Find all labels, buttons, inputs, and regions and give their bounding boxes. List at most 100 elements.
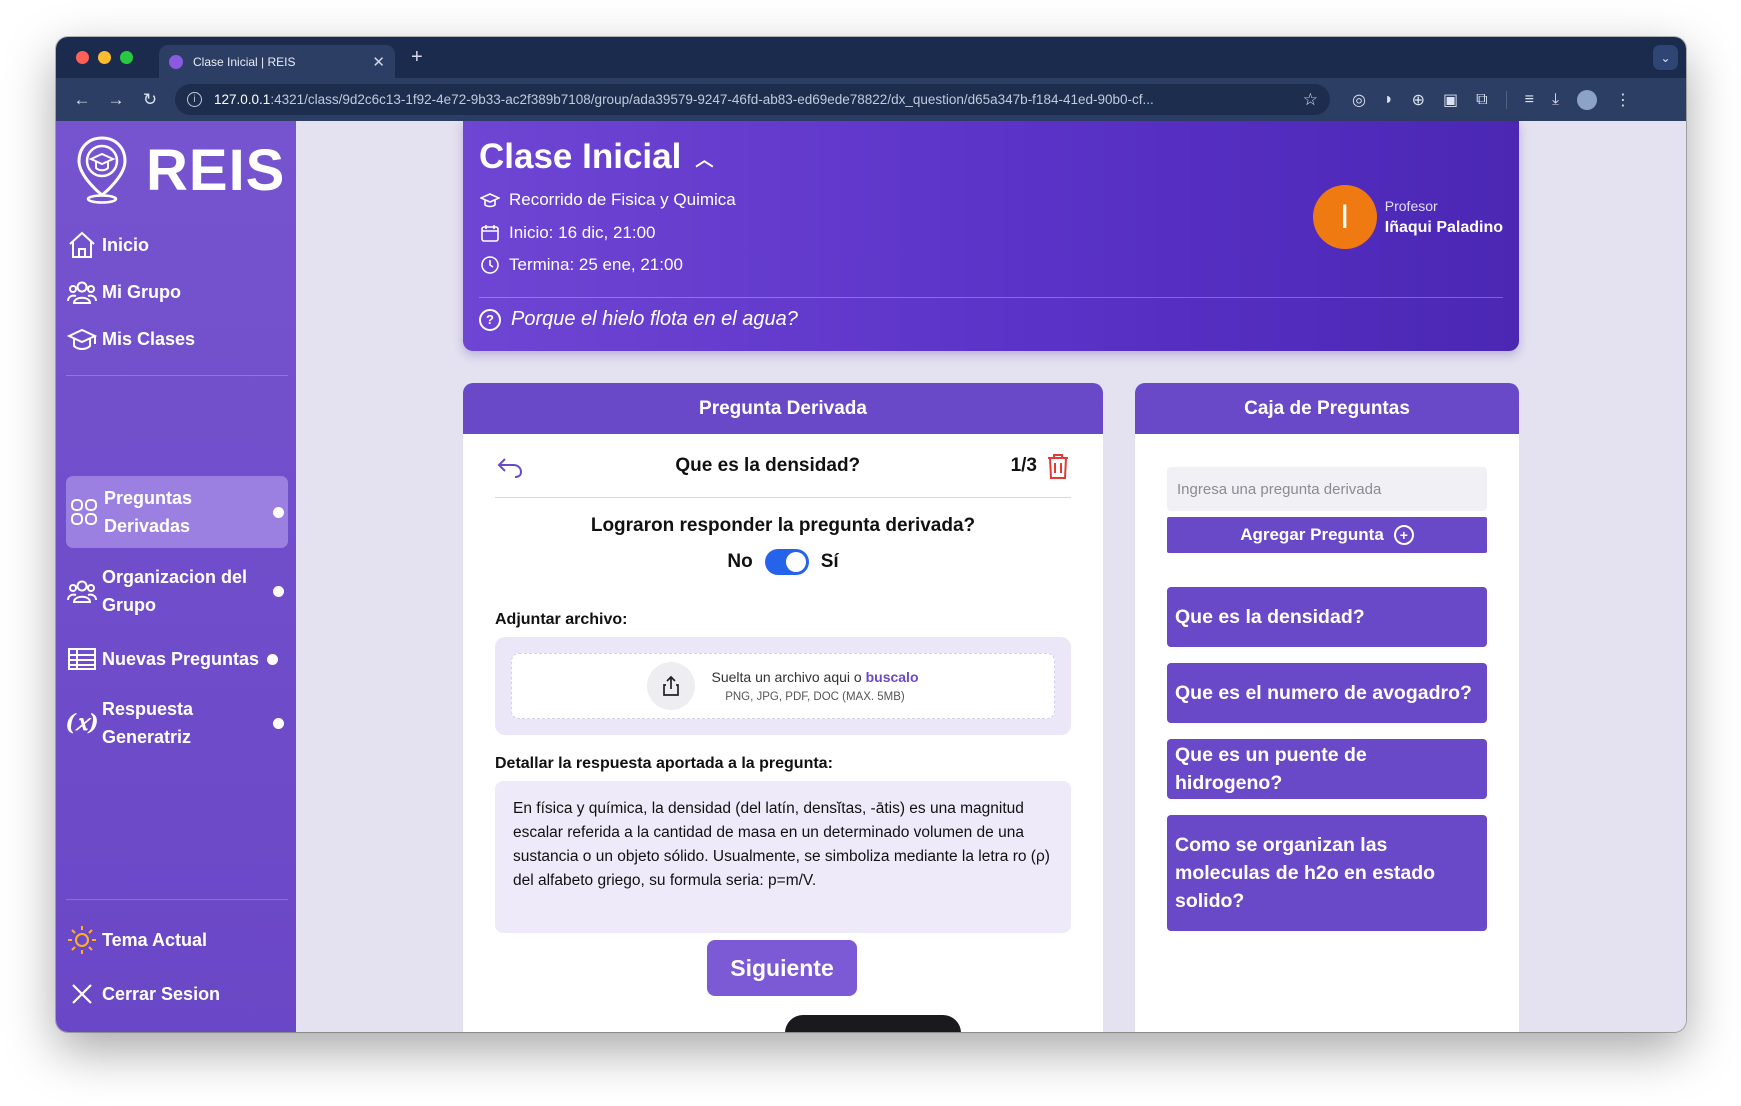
sidebar-item-respuesta-generatriz[interactable]: (𝑥) Respuesta Generatriz	[65, 691, 288, 755]
new-tab-button[interactable]: +	[411, 46, 423, 69]
start-date: Inicio: 16 dic, 21:00	[509, 223, 656, 242]
floating-toolbar[interactable]	[785, 1015, 961, 1032]
main-question: ? Porque el hielo flota en el agua?	[479, 308, 798, 331]
back-arrow-icon[interactable]: ←	[65, 90, 99, 110]
sidebar-item-mi-grupo[interactable]: Mi Grupo	[66, 274, 288, 310]
card-title: Pregunta Derivada	[463, 383, 1103, 434]
add-question-button[interactable]: Agregar Pregunta +	[1167, 517, 1487, 553]
question-box-card: Caja de Preguntas Agregar Pregunta + Que…	[1135, 383, 1519, 1032]
dropzone-instruction: Suelta un archivo aqui o	[711, 669, 866, 685]
upload-icon	[647, 662, 696, 710]
theme-toggle-button[interactable]: Tema Actual	[66, 921, 288, 959]
sidebar-item-inicio[interactable]: Inicio	[66, 227, 288, 263]
avatar: I	[1312, 185, 1377, 249]
close-window-button[interactable]	[76, 51, 89, 64]
course-name: Recorrido de Fisica y Quimica	[509, 190, 736, 209]
page-title: Clase Inicial	[479, 137, 682, 176]
sidebar: REIS Inicio Mi Grupo Mis Clases Pregunta…	[56, 121, 296, 1032]
dropzone-inner[interactable]: Suelta un archivo aqui o buscalo PNG, JP…	[511, 653, 1055, 719]
question-item[interactable]: Como se organizan las moleculas de h2o e…	[1167, 815, 1487, 931]
file-dropzone[interactable]: Suelta un archivo aqui o buscalo PNG, JP…	[495, 637, 1071, 735]
sidebar-item-label: Preguntas Derivadas	[104, 488, 193, 536]
url-host: 127.0.0.1	[214, 92, 271, 107]
minimize-window-button[interactable]	[98, 51, 111, 64]
trash-icon[interactable]	[1045, 452, 1071, 480]
class-header: Clase Inicial ︿ Recorrido de Fisica y Qu…	[463, 121, 1519, 351]
menu-kebab-icon[interactable]: ⋮	[1615, 90, 1631, 110]
answered-toggle-row: No Sí	[463, 549, 1103, 575]
new-question-input[interactable]	[1167, 467, 1487, 511]
sidebar-divider	[66, 899, 288, 900]
maximize-window-button[interactable]	[120, 51, 133, 64]
bookmark-star-icon[interactable]: ☆	[1303, 90, 1318, 110]
derived-question-title: Que es la densidad?	[675, 454, 861, 476]
sidebar-item-nuevas-preguntas[interactable]: Nuevas Preguntas	[66, 641, 288, 677]
sidebar-item-organizacion-grupo[interactable]: Organizacion del Grupo	[66, 559, 288, 623]
question-counter: 1/3	[1010, 454, 1037, 476]
graduation-cap-icon	[66, 323, 98, 355]
browser-tab[interactable]: Clase Inicial | REIS ✕	[159, 45, 395, 78]
function-icon: (𝑥)	[65, 710, 99, 736]
sidebar-item-preguntas-derivadas[interactable]: Preguntas Derivadas	[66, 476, 288, 548]
sidebar-item-label: Cerrar Sesion	[102, 983, 221, 1004]
card-title: Caja de Preguntas	[1135, 383, 1519, 434]
extension-icon[interactable]: ◎	[1352, 90, 1366, 110]
tab-close-icon[interactable]: ✕	[372, 53, 385, 71]
address-bar[interactable]: i 127.0.0.1:4321/class/9d2c6c13-1f92-4e7…	[175, 84, 1330, 115]
sidebar-item-label: Mis Clases	[102, 328, 196, 349]
start-row: Inicio: 16 dic, 21:00	[479, 222, 655, 244]
logout-button[interactable]: Cerrar Sesion	[66, 976, 288, 1012]
favicon-icon	[169, 54, 183, 69]
sidebar-item-label: Organizacion del Grupo	[102, 567, 248, 615]
sidebar-item-label: Inicio	[102, 234, 150, 255]
question-item[interactable]: Que es la densidad?	[1167, 587, 1487, 647]
professor-role: Profesor	[1384, 197, 1438, 214]
class-title: Clase Inicial ︿	[479, 137, 713, 177]
extensions-area: ◎ ◗ ⊕ ▣ ⧉ ≡ ⤓ ⋮	[1352, 89, 1631, 110]
sidebar-item-label: Tema Actual	[102, 929, 208, 950]
end-row: Termina: 25 ene, 21:00	[479, 254, 683, 276]
question-item[interactable]: Que es el numero de avogadro?	[1167, 663, 1487, 723]
home-icon	[66, 229, 98, 261]
question-item[interactable]: Que es un puente de hidrogeno?	[1167, 739, 1487, 799]
answer-textarea[interactable]: En física y química, la densidad (del la…	[495, 781, 1071, 933]
download-icon[interactable]: ⤓	[1552, 91, 1559, 109]
reload-icon[interactable]: ↻	[133, 90, 167, 110]
undo-arrow-icon[interactable]	[495, 451, 525, 481]
main-content: Clase Inicial ︿ Recorrido de Fisica y Qu…	[296, 121, 1686, 1032]
next-button[interactable]: Siguiente	[707, 940, 857, 996]
answered-toggle[interactable]	[764, 549, 809, 575]
chevron-up-icon[interactable]: ︿	[695, 146, 713, 172]
status-dot	[273, 507, 284, 518]
status-dot	[267, 654, 278, 665]
professor-name: Iñaqui Paladino	[1384, 218, 1503, 236]
status-dot	[273, 586, 284, 597]
clock-icon	[479, 254, 501, 276]
reading-list-icon[interactable]: ≡	[1525, 91, 1534, 109]
site-info-icon[interactable]: i	[187, 92, 202, 107]
location-cap-icon	[77, 136, 127, 204]
sidebar-item-label: Mi Grupo	[102, 281, 181, 302]
derived-question-card: Pregunta Derivada Que es la densidad? 1/…	[463, 383, 1103, 1032]
toggle-yes-label: Sí	[820, 551, 839, 572]
add-question-label: Agregar Pregunta	[1240, 525, 1384, 544]
forward-arrow-icon[interactable]: →	[99, 90, 133, 110]
sidebar-item-mis-clases[interactable]: Mis Clases	[66, 321, 288, 357]
puzzle-icon[interactable]: ⧉	[1476, 91, 1487, 109]
header-divider	[479, 297, 1503, 298]
extension-icon[interactable]: ◗	[1384, 91, 1394, 109]
logo[interactable]: REIS	[76, 135, 285, 205]
translate-icon[interactable]: ▣	[1443, 90, 1458, 110]
extension-icon[interactable]: ⊕	[1412, 90, 1425, 110]
browser-tabbar: Clase Inicial | REIS ✕ + ⌄	[56, 37, 1686, 78]
sun-icon	[66, 924, 98, 956]
graduation-cap-icon	[479, 189, 501, 211]
detail-label: Detallar la respuesta aportada a la preg…	[495, 755, 833, 772]
brand-name: REIS	[146, 137, 286, 203]
main-question-text: Porque el hielo flota en el agua?	[511, 308, 798, 330]
browse-link[interactable]: buscalo	[866, 669, 919, 685]
toggle-knob	[785, 552, 806, 572]
browser-window: Clase Inicial | REIS ✕ + ⌄ ← → ↻ i 127.0…	[56, 37, 1686, 1032]
profile-avatar-icon[interactable]	[1577, 89, 1598, 110]
tab-search-button[interactable]: ⌄	[1653, 45, 1678, 70]
